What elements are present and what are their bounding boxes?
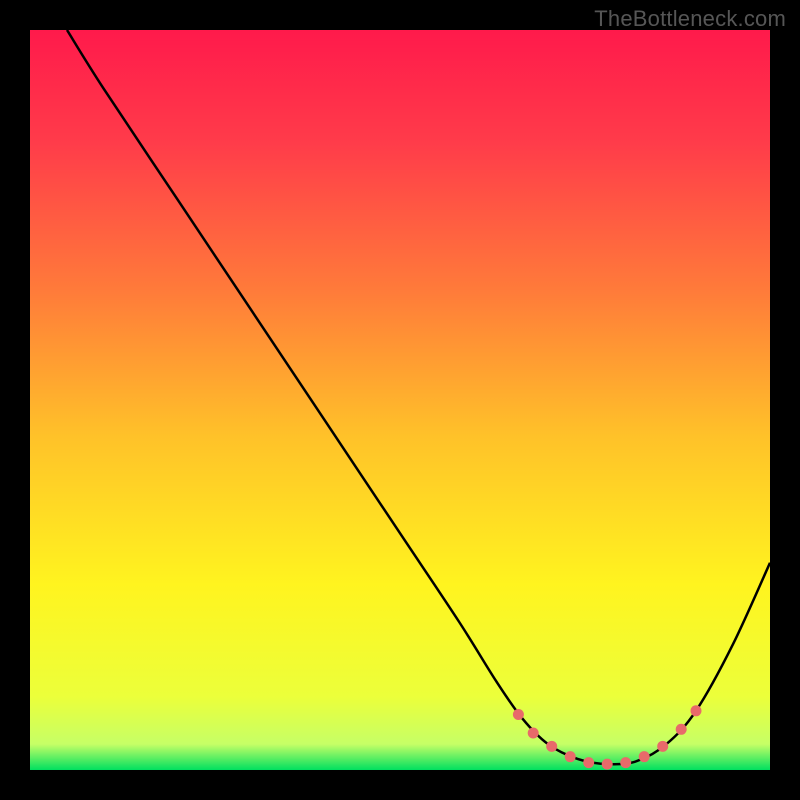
trough-marker xyxy=(513,709,524,720)
trough-marker xyxy=(546,741,557,752)
trough-marker xyxy=(620,757,631,768)
trough-marker xyxy=(565,751,576,762)
trough-marker xyxy=(583,757,594,768)
trough-marker xyxy=(691,705,702,716)
chart-svg xyxy=(30,30,770,770)
chart-plot-area xyxy=(30,30,770,770)
gradient-background xyxy=(30,30,770,770)
trough-marker xyxy=(676,724,687,735)
chart-frame: TheBottleneck.com xyxy=(0,0,800,800)
trough-marker xyxy=(639,751,650,762)
trough-marker xyxy=(657,741,668,752)
trough-marker xyxy=(602,759,613,770)
watermark-text: TheBottleneck.com xyxy=(594,6,786,32)
trough-marker xyxy=(528,728,539,739)
